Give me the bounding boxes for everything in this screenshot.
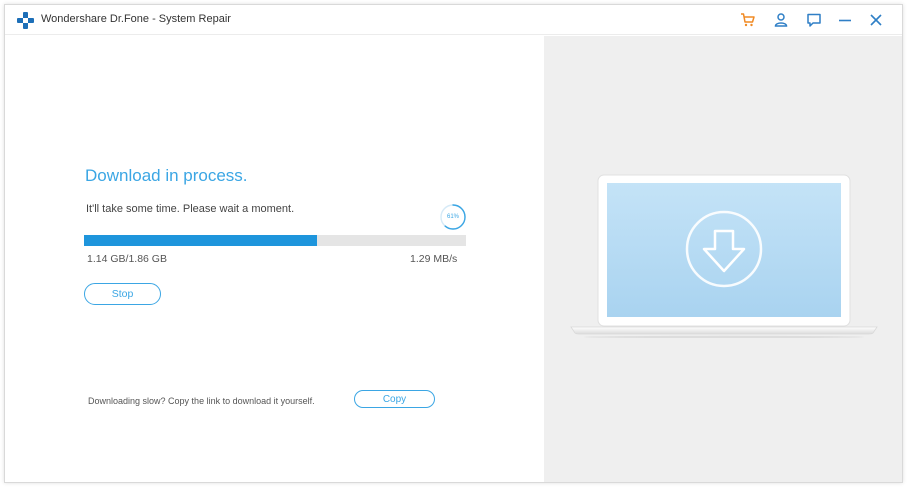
slow-download-hint: Downloading slow? Copy the link to downl… [88,396,315,406]
minimize-button[interactable] [836,11,854,29]
illustration-panel [544,36,902,482]
progress-percent: 61% [446,214,459,220]
download-speed: 1.29 MB/s [410,253,458,265]
cart-icon [741,13,755,27]
window-title: Wondershare Dr.Fone - System Repair [41,13,231,25]
feedback-button[interactable] [805,11,823,29]
progress-bar [84,235,466,246]
close-button[interactable] [867,11,885,29]
drfone-logo-icon [17,12,34,29]
download-subtitle: It'll take some time. Please wait a mome… [86,203,295,215]
copy-link-button[interactable]: Copy [354,390,435,408]
download-panel: Download in process. It'll take some tim… [5,36,544,482]
feedback-icon [807,13,821,27]
minimize-icon [839,19,851,22]
app-window: Wondershare Dr.Fone - System Repair Down… [4,4,903,483]
download-heading: Download in process. [85,166,248,185]
stop-button[interactable]: Stop [84,283,161,305]
title-bar: Wondershare Dr.Fone - System Repair [5,5,902,35]
downloaded-size: 1.14 GB/1.86 GB [87,253,167,265]
laptop-illustration [570,174,878,338]
progress-bar-fill [84,235,318,246]
account-button[interactable] [772,11,790,29]
close-icon [870,14,882,26]
cart-button[interactable] [739,11,757,29]
account-icon [774,13,788,27]
